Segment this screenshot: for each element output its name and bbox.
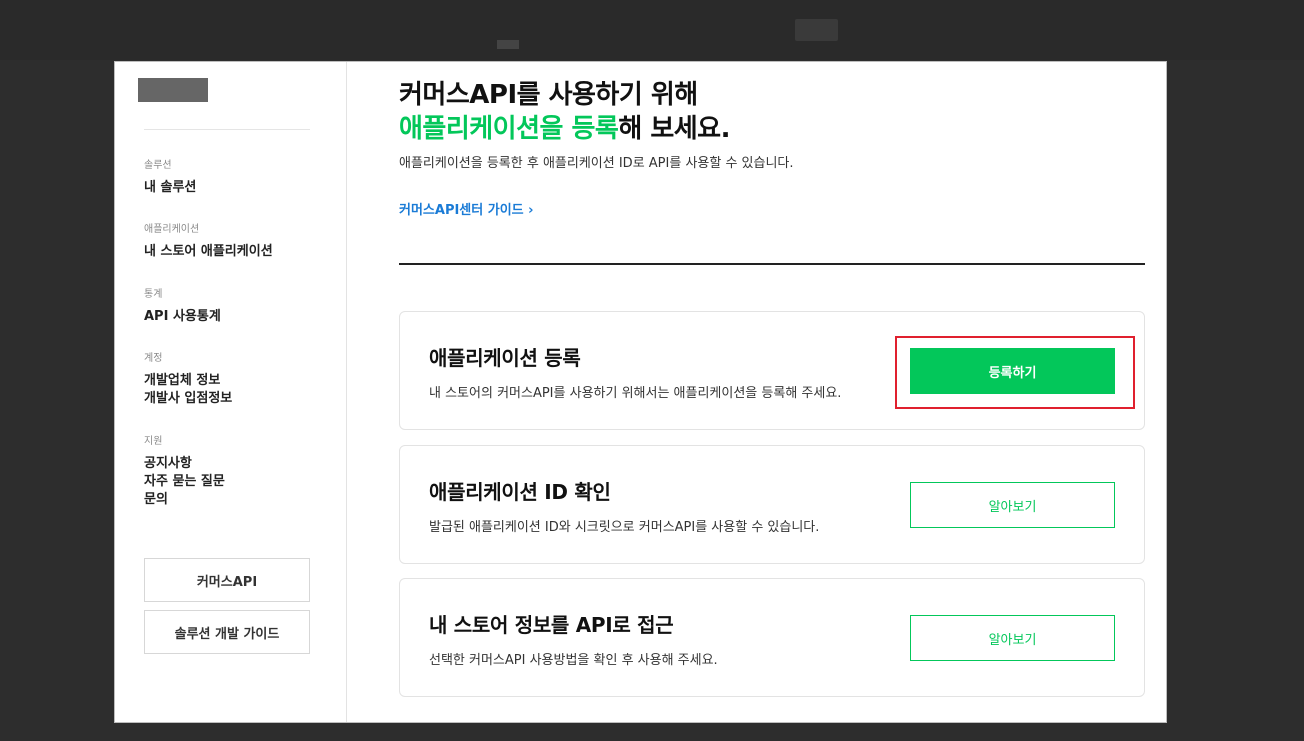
card-description: 내 스토어의 커머스API를 사용하기 위해서는 애플리케이션을 등록해 주세요…	[429, 386, 842, 401]
nav-group-solution: 솔루션 내 솔루션	[144, 160, 196, 197]
background-label	[497, 40, 519, 49]
nav-category-account: 계정	[144, 353, 163, 364]
nav-group-statistics: 통계 API 사용통계	[144, 289, 221, 326]
chevron-right-icon: ›	[528, 203, 534, 218]
sidebar-item-my-store-application[interactable]: 내 스토어 애플리케이션	[144, 243, 273, 261]
card-title: 내 스토어 정보를 API로 접근	[429, 613, 674, 637]
background-button	[795, 19, 838, 41]
nav-category-solution: 솔루션	[144, 160, 172, 171]
commerce-api-guide-link[interactable]: 커머스API센터 가이드 ›	[399, 199, 534, 218]
sidebar-divider	[144, 129, 310, 130]
sidebar-item-developer-info[interactable]: 개발업체 정보	[144, 372, 232, 390]
hero-description: 애플리케이션을 등록한 후 애플리케이션 ID로 API를 사용할 수 있습니다…	[399, 156, 794, 171]
card-title: 애플리케이션 ID 확인	[429, 480, 611, 504]
hero-title-line1: 커머스API를 사용하기 위해	[399, 80, 698, 110]
learn-more-button-store-api[interactable]: 알아보기	[910, 615, 1115, 661]
background-page	[0, 0, 1304, 60]
logo[interactable]	[138, 78, 208, 102]
main-content: 커머스API를 사용하기 위해 애플리케이션을 등록해 보세요. 애플리케이션을…	[399, 62, 1145, 722]
sidebar-item-inquiry[interactable]: 문의	[144, 491, 225, 509]
nav-group-account: 계정 개발업체 정보 개발사 입점정보	[144, 353, 232, 408]
hero-title-rest: 해 보세요.	[618, 114, 730, 144]
sidebar-item-faq[interactable]: 자주 묻는 질문	[144, 473, 225, 491]
card-title: 애플리케이션 등록	[429, 346, 581, 370]
sidebar: 솔루션 내 솔루션 애플리케이션 내 스토어 애플리케이션 통계 API 사용통…	[115, 62, 347, 722]
solution-dev-guide-button[interactable]: 솔루션 개발 가이드	[144, 610, 310, 654]
section-divider	[399, 263, 1145, 265]
hero-title-line2: 애플리케이션을 등록해 보세요.	[399, 108, 730, 145]
card-description: 선택한 커머스API 사용방법을 확인 후 사용해 주세요.	[429, 653, 718, 668]
card-description: 발급된 애플리케이션 ID와 시크릿으로 커머스API를 사용할 수 있습니다.	[429, 520, 820, 535]
nav-category-statistics: 통계	[144, 289, 163, 300]
learn-more-button-app-id[interactable]: 알아보기	[910, 482, 1115, 528]
nav-group-support: 지원 공지사항 자주 묻는 질문 문의	[144, 436, 225, 509]
register-button[interactable]: 등록하기	[910, 348, 1115, 394]
sidebar-item-my-solution[interactable]: 내 솔루션	[144, 179, 196, 197]
modal-panel: 솔루션 내 솔루션 애플리케이션 내 스토어 애플리케이션 통계 API 사용통…	[114, 61, 1167, 723]
sidebar-item-developer-store-info[interactable]: 개발사 입점정보	[144, 390, 232, 408]
nav-category-support: 지원	[144, 436, 163, 447]
commerce-api-button[interactable]: 커머스API	[144, 558, 310, 602]
guide-link-label: 커머스API센터 가이드	[399, 203, 524, 218]
sidebar-item-notice[interactable]: 공지사항	[144, 455, 225, 473]
sidebar-item-api-statistics[interactable]: API 사용통계	[144, 308, 221, 326]
card-store-info-api: 내 스토어 정보를 API로 접근 선택한 커머스API 사용방법을 확인 후 …	[399, 578, 1145, 697]
card-check-application-id: 애플리케이션 ID 확인 발급된 애플리케이션 ID와 시크릿으로 커머스API…	[399, 445, 1145, 564]
nav-category-application: 애플리케이션	[144, 224, 200, 235]
hero-title-highlight: 애플리케이션을 등록	[399, 114, 619, 144]
card-register-application: 애플리케이션 등록 내 스토어의 커머스API를 사용하기 위해서는 애플리케이…	[399, 311, 1145, 430]
nav-group-application: 애플리케이션 내 스토어 애플리케이션	[144, 224, 273, 261]
